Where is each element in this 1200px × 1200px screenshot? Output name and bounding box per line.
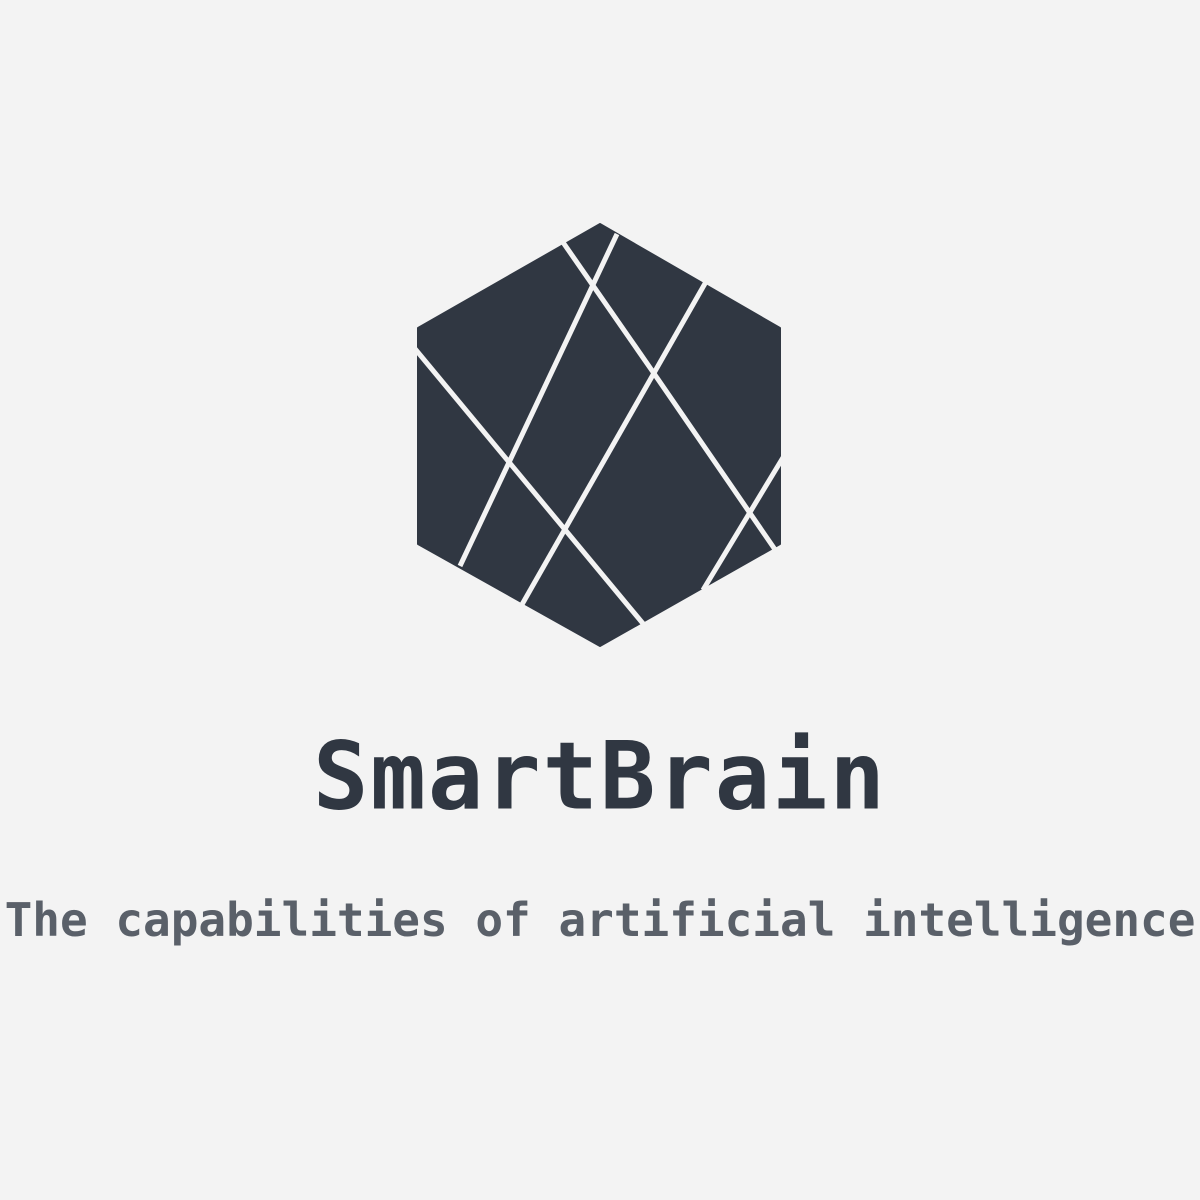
- brand-tagline: The capabilities of artificial intellige…: [4, 893, 1196, 947]
- brand-name: SmartBrain: [313, 721, 887, 832]
- faceted-hexagon-brain-icon: [409, 223, 793, 647]
- logo-lockup: SmartBrain The capabilities of artificia…: [0, 0, 1200, 1200]
- hexagon-shape: [417, 223, 781, 647]
